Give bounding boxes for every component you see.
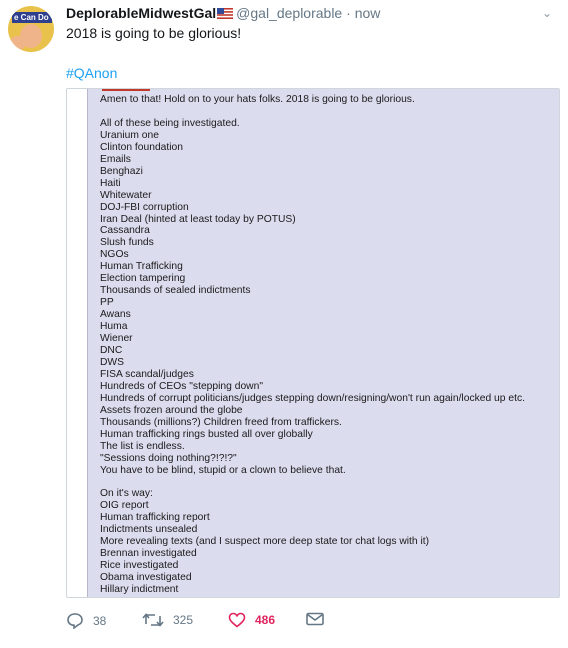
screenshot-line: Brennan investigated [100, 548, 197, 560]
embedded-screenshot: Amen to that! Hold on to your hats folks… [87, 89, 559, 597]
screenshot-line: Hillary indictment [100, 584, 179, 596]
screenshot-line: Thousands of sealed indictments [100, 285, 251, 297]
screenshot-line: You have to be blind, stupid or a clown … [100, 464, 346, 476]
screenshot-line: Haiti [100, 177, 121, 189]
screenshot-line: Benghazi [100, 165, 143, 177]
screenshot-line: Human trafficking report [100, 512, 210, 524]
screenshot-line: PP [100, 297, 114, 309]
like-count: 486 [255, 613, 276, 627]
screenshot-line [100, 106, 556, 118]
reply-icon [67, 613, 83, 629]
screenshot-line: Obama investigated [100, 572, 192, 584]
timestamp[interactable]: now [355, 5, 381, 21]
retweet-count: 325 [173, 613, 194, 627]
screenshot-line: Rice investigated [100, 560, 179, 572]
screenshot-line: Slush funds [100, 237, 154, 249]
separator-dot: · [346, 5, 351, 21]
screenshot-line: More revealing texts (and I suspect more… [100, 536, 430, 548]
screenshot-line: Amen to that! Hold on to your hats folks… [100, 94, 415, 105]
envelope-icon [306, 612, 324, 626]
screenshot-line: DOJ-FBI corruption [100, 201, 189, 213]
chevron-down-icon[interactable]: ⌄ [542, 4, 552, 22]
screenshot-line: Election tampering [100, 273, 186, 285]
direct-message-button[interactable] [306, 612, 324, 626]
screenshot-line: "Sessions doing nothing?!?!?" [100, 452, 237, 464]
avatar[interactable]: e Can Do [8, 6, 54, 52]
screenshot-line: Wiener [100, 333, 133, 345]
screenshot-line: Cassandra [100, 225, 150, 237]
screenshot-line: On it's way: [100, 488, 153, 500]
screenshot-line: OIG report [100, 500, 149, 512]
screenshot-line: Hundreds of corrupt politicians/judges s… [100, 392, 525, 404]
hashtag-link[interactable]: #QAnon [66, 65, 117, 81]
screenshot-red-underline [102, 89, 150, 91]
display-name[interactable]: DeplorableMidwestGal [66, 5, 216, 21]
screenshot-line: Clinton foundation [100, 141, 184, 153]
screenshot-line: Whitewater [100, 189, 152, 201]
screenshot-line: Emails [100, 153, 131, 165]
reply-count: 38 [93, 613, 107, 628]
screenshot-line: Hundreds of CEOs "stepping down" [100, 380, 263, 392]
retweet-icon [142, 613, 164, 627]
screenshot-line: Uranium one [100, 129, 159, 141]
tweet-text: 2018 is going to be glorious! [66, 25, 242, 41]
screenshot-line: Indictments unsealed [100, 524, 198, 536]
screenshot-line: Assets frozen around the globe [100, 404, 243, 416]
heart-icon [228, 612, 246, 628]
screenshot-line: Awans [100, 309, 131, 321]
retweet-button[interactable]: 325 [142, 612, 193, 628]
screenshot-line: Human trafficking rings busted all over … [100, 428, 313, 440]
us-flag-icon [217, 8, 234, 19]
screenshot-line: All of these being investigated. [100, 117, 240, 129]
tweet-header: DeplorableMidwestGal @gal_deplorable · n… [66, 4, 558, 24]
avatar-face [20, 24, 42, 48]
screenshot-line: Human Trafficking [100, 261, 183, 273]
screenshot-line [100, 477, 556, 489]
user-handle[interactable]: @gal_deplorable [236, 5, 342, 21]
screenshot-line: DNC [100, 345, 123, 357]
screenshot-line: NGOs [100, 249, 129, 261]
screenshot-line: The list is endless. [100, 440, 185, 452]
screenshot-line: FISA scandal/judges [100, 368, 194, 380]
reply-button[interactable]: 38 [66, 612, 106, 629]
screenshot-line: Thousands (millions?) Children freed fro… [100, 416, 342, 428]
screenshot-line: DWS [100, 356, 125, 368]
screenshot-text-block: Amen to that! Hold on to your hats folks… [100, 94, 556, 596]
tweet-media-image[interactable]: Amen to that! Hold on to your hats folks… [66, 88, 560, 598]
screenshot-line: Iran Deal (hinted at least today by POTU… [100, 213, 296, 225]
like-button[interactable]: 486 [228, 612, 275, 628]
screenshot-line: Huma [100, 321, 128, 333]
avatar-caption: e Can Do [12, 12, 52, 23]
